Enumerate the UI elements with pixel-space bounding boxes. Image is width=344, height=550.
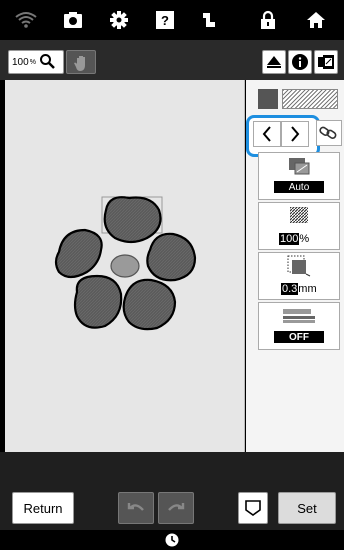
link-button[interactable] (316, 120, 342, 146)
density-readout: 100% (279, 233, 309, 245)
eject-icon (266, 55, 282, 74)
density-value: 100 (279, 233, 300, 245)
card-icon (317, 54, 335, 75)
solid-color-swatch[interactable] (258, 89, 278, 109)
petal-bottom-left (73, 274, 123, 329)
fill-stitch-icon (289, 158, 310, 175)
petal-left (54, 228, 103, 279)
flower-design[interactable] (5, 80, 245, 452)
clock-icon[interactable] (165, 533, 179, 547)
settings-icon[interactable] (107, 8, 131, 32)
fill-type-button[interactable]: Auto (258, 152, 340, 200)
top-status-bar: ? (0, 0, 344, 40)
density-unit: % (299, 233, 310, 245)
lock-icon[interactable] (256, 8, 280, 32)
shield-outline-icon (245, 500, 261, 516)
part-navigation (246, 115, 320, 157)
zoom-value: 100 (12, 56, 29, 68)
underlay-value: OFF (274, 331, 324, 343)
outline-button[interactable] (238, 492, 268, 524)
underlay-button[interactable]: OFF (258, 302, 340, 350)
offset-button[interactable]: 0.3mm (258, 252, 340, 300)
offset-readout: 0.3mm (281, 283, 317, 295)
undo-icon (127, 503, 144, 511)
chevron-right-icon (291, 126, 300, 142)
next-button[interactable] (281, 121, 309, 147)
wifi-icon[interactable] (14, 8, 38, 32)
home-icon[interactable] (304, 8, 328, 32)
petal-right (146, 232, 197, 282)
offset-unit: mm (298, 283, 317, 295)
redo-icon (168, 503, 185, 511)
pattern-swatch[interactable] (282, 89, 338, 109)
offset-value: 0.3 (281, 283, 299, 295)
settings-panel: Auto 100% 0.3mm OFF (246, 80, 344, 452)
petal-bottom-right (122, 278, 177, 331)
underlay-stitch-icon (283, 309, 315, 323)
help-icon[interactable]: ? (153, 8, 177, 32)
undo-button[interactable] (118, 492, 154, 524)
set-button[interactable]: Set (278, 492, 336, 524)
prev-button[interactable] (253, 121, 281, 147)
fill-type-value: Auto (274, 181, 324, 193)
zoom-unit: % (29, 58, 36, 66)
return-button[interactable]: Return (12, 492, 74, 524)
color-row (258, 89, 338, 111)
chevron-left-icon (262, 126, 271, 142)
flower-center (110, 254, 140, 278)
hand-button[interactable] (66, 50, 96, 74)
redo-button[interactable] (158, 492, 194, 524)
camera-icon[interactable] (61, 8, 85, 32)
design-canvas[interactable] (5, 80, 245, 452)
density-button[interactable]: 100% (258, 202, 340, 250)
density-icon (290, 207, 308, 223)
hand-icon (73, 54, 91, 77)
info-button[interactable] (288, 50, 312, 74)
card-button[interactable] (314, 50, 338, 74)
petal-top (103, 196, 162, 244)
zoom-button[interactable]: 100% (8, 50, 64, 74)
help-glyph: ? (156, 11, 174, 29)
offset-icon (287, 255, 311, 277)
chain-link-icon (319, 126, 337, 139)
magnifier-icon (39, 53, 55, 72)
nav-bar (0, 530, 344, 550)
needle-icon[interactable] (198, 8, 222, 32)
eject-button[interactable] (262, 50, 286, 74)
info-icon (292, 54, 308, 75)
